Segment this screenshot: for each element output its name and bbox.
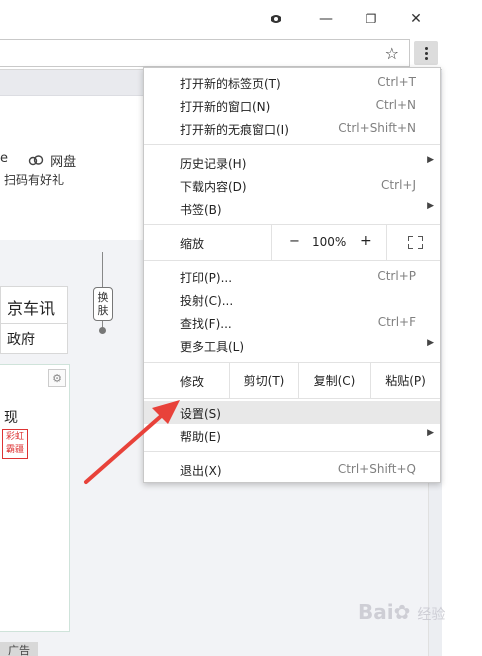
menu-separator xyxy=(144,451,440,452)
baidu-watermark-logo: Bai✿ 经验 xyxy=(358,600,446,624)
maximize-button[interactable]: ❐ xyxy=(359,8,383,30)
menu-item-cast[interactable]: 投射(C)... xyxy=(144,288,440,311)
menu-item-label: 帮助(E) xyxy=(180,430,221,444)
menu-item-shortcut: Ctrl+F xyxy=(377,315,416,329)
menu-item-shortcut: Ctrl+Shift+N xyxy=(338,121,416,135)
zoom-level: 100% xyxy=(312,235,347,249)
menu-separator xyxy=(144,398,440,399)
title-bar: — ❐ ✕ xyxy=(0,0,442,36)
menu-item-label: 书签(B) xyxy=(180,203,222,217)
edit-row: 修改 剪切(T) 复制(C) 粘贴(P) xyxy=(144,362,440,398)
menu-item-find[interactable]: 查找(F)... Ctrl+F xyxy=(144,311,440,334)
menu-item-label: 打印(P)... xyxy=(180,271,233,285)
truncated-text: 现 xyxy=(4,410,18,426)
copy-button[interactable]: 复制(C) xyxy=(298,362,370,398)
menu-item-label: 下载内容(D) xyxy=(180,180,247,194)
menu-separator xyxy=(144,260,440,261)
news-box[interactable]: 京车讯 xyxy=(0,286,68,324)
skin-change-button[interactable]: 换肤 xyxy=(93,287,113,321)
menu-item-label: 设置(S) xyxy=(180,407,221,421)
menu-item-print[interactable]: 打印(P)... Ctrl+P xyxy=(144,265,440,288)
submenu-arrow-icon: ▶ xyxy=(427,201,434,211)
fullscreen-icon[interactable] xyxy=(386,224,441,260)
menu-item-label: 查找(F)... xyxy=(180,317,232,331)
gear-icon[interactable]: ⚙ xyxy=(48,369,66,387)
menu-item-downloads[interactable]: 下载内容(D) Ctrl+J xyxy=(144,174,440,197)
menu-item-label: 更多工具(L) xyxy=(180,340,245,354)
menu-item-label: 打开新的无痕窗口(I) xyxy=(180,123,289,137)
menu-item-new-window[interactable]: 打开新的窗口(N) Ctrl+N xyxy=(144,94,440,117)
menu-item-label: 打开新的窗口(N) xyxy=(180,100,271,114)
omnibox-input[interactable]: ☆ xyxy=(0,39,410,67)
scan-gift-text: 扫码有好礼 xyxy=(4,173,65,187)
netdisk-link[interactable]: 网盘 xyxy=(28,151,76,170)
netdisk-label: 网盘 xyxy=(50,155,77,170)
truncated-text: e xyxy=(0,151,8,166)
menu-item-label: 投射(C)... xyxy=(180,294,234,308)
login-card: e 网盘 扫码有好礼 xyxy=(0,96,150,240)
zoom-row: 缩放 − 100% + xyxy=(144,224,440,260)
zoom-out-button[interactable]: − xyxy=(289,234,300,249)
menu-item-label: 历史记录(H) xyxy=(180,157,247,171)
submenu-arrow-icon: ▶ xyxy=(427,428,434,438)
ad-label: 广告 xyxy=(0,642,38,656)
profile-icon[interactable] xyxy=(264,8,288,30)
menu-item-shortcut: Ctrl+T xyxy=(377,75,416,89)
menu-item-exit[interactable]: 退出(X) Ctrl+Shift+Q xyxy=(144,458,440,481)
menu-item-settings[interactable]: 设置(S) xyxy=(144,401,440,424)
gov-box[interactable]: 政府 xyxy=(0,324,68,354)
star-icon[interactable]: ☆ xyxy=(385,44,399,63)
content-card: ⚙ 现 彩虹霸疆 xyxy=(0,364,70,632)
minimize-button[interactable]: — xyxy=(314,8,338,30)
submenu-arrow-icon: ▶ xyxy=(427,155,434,165)
menu-item-shortcut: Ctrl+N xyxy=(375,98,416,112)
zoom-label: 缩放 xyxy=(180,237,205,251)
skin-hanger-dot xyxy=(99,327,106,334)
menu-item-history[interactable]: 历史记录(H) ▶ xyxy=(144,151,440,174)
menu-item-label: 打开新的标签页(T) xyxy=(180,77,281,91)
address-bar: ☆ xyxy=(0,36,442,70)
menu-separator xyxy=(144,144,440,145)
menu-item-shortcut: Ctrl+J xyxy=(381,178,416,192)
menu-item-more-tools[interactable]: 更多工具(L) ▶ xyxy=(144,334,440,357)
kebab-menu-icon[interactable] xyxy=(414,41,438,65)
zoom-in-button[interactable]: + xyxy=(360,233,372,249)
close-button[interactable]: ✕ xyxy=(404,8,428,30)
menu-item-shortcut: Ctrl+P xyxy=(377,269,416,283)
menu-item-help[interactable]: 帮助(E) ▶ xyxy=(144,424,440,447)
menu-item-label: 退出(X) xyxy=(180,464,222,478)
menu-item-new-incognito-window[interactable]: 打开新的无痕窗口(I) Ctrl+Shift+N xyxy=(144,117,440,140)
red-stamp: 彩虹霸疆 xyxy=(2,429,28,459)
cut-button[interactable]: 剪切(T) xyxy=(229,362,298,398)
paste-button[interactable]: 粘贴(P) xyxy=(370,362,440,398)
submenu-arrow-icon: ▶ xyxy=(427,338,434,348)
menu-item-bookmarks[interactable]: 书签(B) ▶ xyxy=(144,197,440,220)
menu-item-new-tab[interactable]: 打开新的标签页(T) Ctrl+T xyxy=(144,71,440,94)
menu-item-shortcut: Ctrl+Shift+Q xyxy=(337,462,416,476)
zoom-controls: − 100% + xyxy=(271,224,440,260)
edit-label: 修改 xyxy=(180,375,205,389)
cloud-icon xyxy=(28,155,48,170)
chrome-main-menu: 打开新的标签页(T) Ctrl+T 打开新的窗口(N) Ctrl+N 打开新的无… xyxy=(143,67,441,483)
